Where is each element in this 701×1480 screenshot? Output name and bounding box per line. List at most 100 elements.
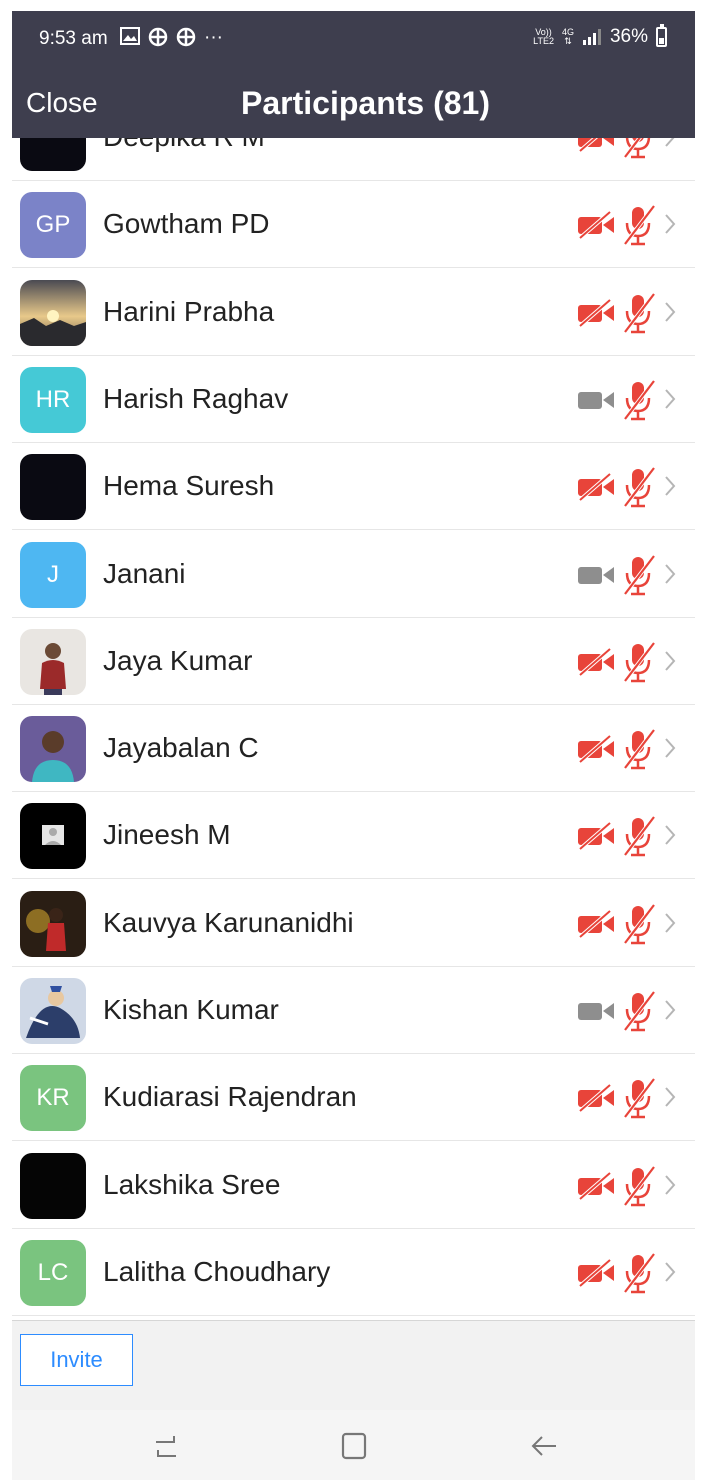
top-bar: 9:53 am ··· Vo)) LTE2 4G ⇅ 36% Close Parti…: [12, 11, 695, 138]
back-icon[interactable]: [524, 1428, 564, 1464]
avatar-initials: J: [47, 560, 59, 588]
participant-name: Janani: [103, 557, 186, 589]
chevron-right-icon[interactable]: [662, 138, 678, 152]
participant-name: Hema Suresh: [103, 470, 275, 502]
mic-muted-icon: [618, 814, 658, 858]
participant-row[interactable]: KR Kudiarasi Rajendran: [12, 1054, 695, 1142]
data-indicator: 4G ⇅: [561, 27, 574, 46]
chevron-right-icon[interactable]: [662, 820, 678, 850]
participant-row[interactable]: Harini Prabha: [12, 269, 695, 356]
participant-row[interactable]: LC Lalitha Choudhary: [12, 1229, 695, 1316]
participant-row[interactable]: HR Harish Raghav: [12, 356, 695, 443]
participant-avatar: [20, 890, 86, 957]
page-title: Participants (81): [241, 85, 490, 121]
participant-row[interactable]: Jineesh M: [12, 792, 695, 880]
participant-row[interactable]: Jayabalan C: [12, 705, 695, 793]
participant-name: Harish Raghav: [103, 382, 289, 414]
participant-row[interactable]: J Janani: [12, 531, 695, 618]
video-off-icon: [576, 472, 616, 502]
grid-app-icon: [148, 27, 168, 47]
participant-row[interactable]: GP Gowtham PD: [12, 181, 695, 269]
video-off-icon: [576, 298, 616, 328]
participant-name: Harini Prabha: [103, 295, 275, 327]
participant-avatar: [20, 1152, 86, 1219]
chevron-right-icon[interactable]: [662, 1257, 678, 1287]
system-nav-bar: [12, 1410, 695, 1480]
participant-row[interactable]: Kishan Kumar: [12, 967, 695, 1054]
mic-muted-icon: [618, 553, 658, 597]
status-right: Vo)) LTE2 4G ⇅ 36%: [533, 24, 667, 48]
video-on-icon: [576, 386, 616, 414]
chevron-right-icon[interactable]: [662, 471, 678, 501]
avatar-initials: GP: [35, 211, 71, 239]
more-dots-icon: ···: [204, 27, 223, 48]
recent-apps-icon[interactable]: [146, 1428, 186, 1464]
home-icon[interactable]: [334, 1428, 374, 1464]
participant-avatar: [20, 803, 86, 870]
participant-row[interactable]: Hema Suresh: [12, 443, 695, 531]
mic-muted-icon: [618, 1164, 658, 1208]
chevron-right-icon[interactable]: [662, 559, 678, 589]
gallery-icon: [120, 27, 140, 45]
participant-list[interactable]: Deepika R M GP Gowtham PD Harini Prabha HR Ha…: [12, 138, 695, 1320]
participant-name: Lalitha Choudhary: [103, 1255, 331, 1287]
avatar-initials: KR: [36, 1084, 70, 1112]
video-off-icon: [576, 1258, 616, 1288]
chevron-right-icon[interactable]: [662, 646, 678, 676]
chevron-right-icon[interactable]: [662, 209, 678, 239]
mic-muted-icon: [618, 989, 658, 1033]
chevron-right-icon[interactable]: [662, 1082, 678, 1112]
battery-percent: 36%: [609, 26, 648, 47]
chevron-right-icon[interactable]: [662, 908, 678, 938]
mic-muted-icon: [618, 727, 658, 771]
participant-name: Jineesh M: [103, 819, 231, 851]
mic-muted-icon: [618, 138, 658, 160]
participant-avatar: HR: [20, 366, 86, 433]
video-off-icon: [576, 210, 616, 240]
mic-muted-icon: [618, 1076, 658, 1120]
participant-row[interactable]: Deepika R M: [12, 138, 695, 181]
title-row: Close Participants (81): [12, 78, 695, 128]
invite-button[interactable]: Invite: [20, 1334, 133, 1386]
participant-name: Gowtham PD: [103, 208, 270, 240]
volte-indicator: Vo)) LTE2: [533, 27, 554, 46]
status-time: 9:53 am: [39, 28, 108, 49]
participant-name: Kudiarasi Rajendran: [103, 1081, 357, 1113]
battery-icon: [656, 24, 667, 47]
participant-row[interactable]: Kauvya Karunanidhi: [12, 880, 695, 967]
video-off-icon: [576, 734, 616, 764]
mic-muted-icon: [618, 465, 658, 509]
mic-muted-icon: [618, 378, 658, 422]
video-off-icon: [576, 1171, 616, 1201]
participant-row[interactable]: Jaya Kumar: [12, 618, 695, 705]
participant-avatar: [20, 978, 86, 1044]
participant-avatar: GP: [20, 192, 86, 259]
participant-row[interactable]: Lakshika Sree: [12, 1142, 695, 1229]
participant-name: Kauvya Karunanidhi: [103, 906, 354, 938]
chevron-right-icon[interactable]: [662, 384, 678, 414]
participant-name: Deepika R M: [103, 138, 265, 153]
video-off-icon: [576, 138, 616, 153]
participant-avatar: [20, 454, 86, 521]
participant-name: Kishan Kumar: [103, 994, 279, 1025]
avatar-initials: LC: [37, 1258, 69, 1286]
chevron-right-icon[interactable]: [662, 1170, 678, 1200]
participant-name: Jaya Kumar: [103, 644, 253, 676]
mic-muted-icon: [618, 203, 658, 247]
chevron-right-icon[interactable]: [662, 297, 678, 327]
mic-muted-icon: [618, 902, 658, 946]
video-off-icon: [576, 1083, 616, 1113]
participants-screen: 9:53 am ··· Vo)) LTE2 4G ⇅ 36% Close Parti…: [12, 11, 695, 1480]
video-on-icon: [576, 561, 616, 589]
video-on-icon: [576, 997, 616, 1025]
video-off-icon: [576, 647, 616, 677]
mic-muted-icon: [618, 291, 658, 335]
participant-avatar: [20, 279, 86, 346]
notification-icons: ···: [120, 27, 223, 49]
signal-icon: [582, 29, 601, 45]
avatar-initials: HR: [35, 385, 71, 413]
participant-avatar: [20, 716, 86, 783]
participant-avatar: J: [20, 541, 86, 608]
chevron-right-icon[interactable]: [662, 995, 678, 1025]
chevron-right-icon[interactable]: [662, 733, 678, 763]
